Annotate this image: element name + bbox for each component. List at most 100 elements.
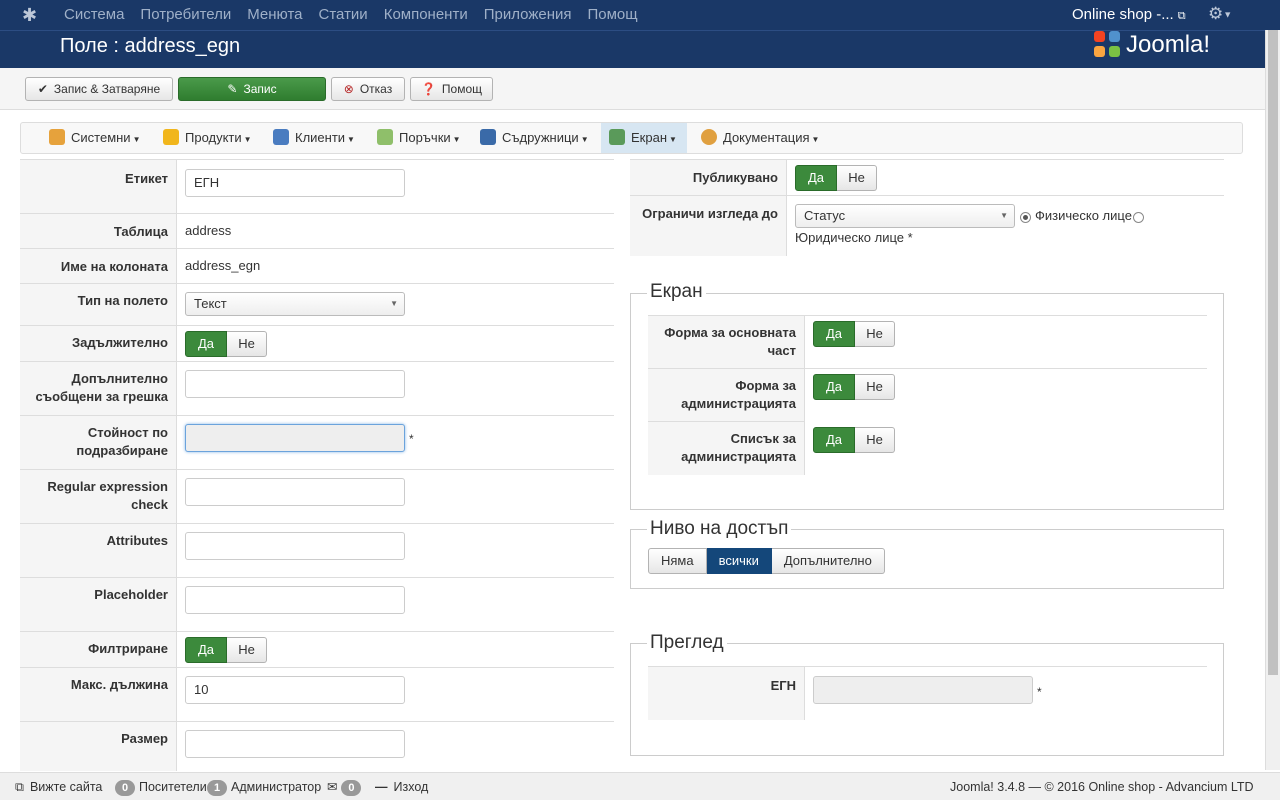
cancel-button[interactable]: ⊗ Отказ: [331, 77, 405, 101]
menu-content[interactable]: Статии: [319, 0, 368, 30]
admins-badge: 1: [207, 780, 227, 796]
regex-input[interactable]: [185, 478, 405, 506]
filter-yes-button[interactable]: Да: [185, 637, 227, 663]
radio-legal-label: Юридическо лице *: [795, 230, 913, 245]
logout-link[interactable]: — Изход: [375, 779, 428, 795]
menu-help[interactable]: Помощ: [588, 0, 638, 30]
page-header: Поле : address_egn Joomla!: [0, 30, 1265, 68]
cancel-label: Отказ: [359, 82, 393, 96]
cmenu-products[interactable]: Продукти ▼: [163, 123, 252, 153]
regex-label: Regular expression check: [20, 470, 177, 523]
cmenu-docs-label: Документация: [723, 130, 810, 145]
admin-form-no-button[interactable]: Не: [855, 374, 895, 400]
access-legend: Ниво на достъп: [647, 518, 792, 540]
default-input[interactable]: [185, 424, 405, 452]
radio-legal[interactable]: [1133, 212, 1144, 223]
site-link-label: Online shop -...: [1072, 6, 1174, 23]
filter-label: Филтриране: [20, 632, 177, 667]
menu-extensions[interactable]: Приложения: [484, 0, 572, 30]
row-required: Задължително Да Не: [20, 325, 614, 361]
top-navbar: ✱ Система Потребители Менюта Статии Комп…: [0, 0, 1280, 30]
cmenu-products-label: Продукти: [185, 130, 242, 145]
view-site-label: Вижте сайта: [29, 780, 103, 794]
settings-gear-icon[interactable]: ⚙▼: [1208, 4, 1232, 24]
question-icon: ❓: [420, 82, 436, 96]
cmenu-docs[interactable]: Документация ▼: [701, 123, 819, 153]
size-input[interactable]: [185, 730, 405, 758]
page-title: Поле : address_egn: [60, 35, 241, 57]
row-placeholder: Placeholder: [20, 577, 614, 631]
products-icon: [163, 129, 179, 145]
check-icon: ✔: [37, 82, 48, 96]
access-all-button[interactable]: всички: [706, 548, 772, 574]
errmsg-input[interactable]: [185, 370, 405, 398]
filter-toggle: Да Не: [185, 637, 267, 663]
access-none-button[interactable]: Няма: [648, 548, 707, 574]
maxlen-input[interactable]: 10: [185, 676, 405, 704]
admin-list-yes-button[interactable]: Да: [813, 427, 855, 453]
access-button-group: Няма всички Допълнително: [648, 548, 885, 574]
placeholder-input[interactable]: [185, 586, 405, 614]
help-button[interactable]: ❓ Помощ: [410, 77, 493, 101]
save-button[interactable]: ✎ Запис: [178, 77, 326, 101]
filter-no-button[interactable]: Не: [227, 637, 267, 663]
preview-input[interactable]: [813, 676, 1033, 704]
admins-indicator[interactable]: 1 Администратор: [207, 779, 321, 796]
type-select[interactable]: Текст ▼: [185, 292, 405, 316]
admin-list-toggle: Да Не: [813, 427, 895, 453]
published-yes-button[interactable]: Да: [795, 165, 837, 191]
row-label: Етикет ЕГН: [20, 159, 614, 213]
admin-form-toggle: Да Не: [813, 374, 895, 400]
external-link-icon: ⧉: [1177, 10, 1186, 22]
required-no-button[interactable]: Не: [227, 331, 267, 357]
row-column: Име на колоната address_egn: [20, 248, 614, 283]
admin-list-no-button[interactable]: Не: [855, 427, 895, 453]
menu-users[interactable]: Потребители: [140, 0, 231, 30]
joomla-logo: Joomla!: [1094, 31, 1210, 59]
docs-icon: [701, 129, 717, 145]
visitors-indicator[interactable]: 0 Поситетели: [115, 779, 207, 796]
row-default: Стойност по подразбиране *: [20, 415, 614, 469]
restrict-select[interactable]: Статус ▼: [795, 204, 1015, 228]
messages-indicator[interactable]: ✉ 0: [327, 779, 365, 796]
radio-physical-label: Физическо лице: [1035, 208, 1132, 223]
scrollbar-thumb[interactable]: [1268, 30, 1278, 675]
front-toggle: Да Не: [813, 321, 895, 347]
cmenu-customers[interactable]: Клиенти ▼: [273, 123, 355, 153]
published-label: Публикувано: [630, 160, 787, 195]
view-site-link[interactable]: ⧉ Вижте сайта: [15, 779, 102, 795]
admin-form-label: Форма за администрацията: [648, 369, 805, 421]
cmenu-orders-label: Поръчки: [399, 130, 451, 145]
table-label: Таблица: [20, 214, 177, 248]
front-yes-button[interactable]: Да: [813, 321, 855, 347]
cmenu-partners[interactable]: Съдружници ▼: [480, 123, 589, 153]
published-no-button[interactable]: Не: [837, 165, 877, 191]
preview-required-star: *: [1037, 685, 1042, 699]
front-no-button[interactable]: Не: [855, 321, 895, 347]
admin-form-yes-button[interactable]: Да: [813, 374, 855, 400]
site-link[interactable]: Online shop -... ⧉: [1072, 0, 1186, 31]
menu-menus[interactable]: Менюта: [247, 0, 302, 30]
label-input[interactable]: ЕГН: [185, 169, 405, 197]
attributes-input[interactable]: [185, 532, 405, 560]
menu-components[interactable]: Компоненти: [384, 0, 468, 30]
radio-physical[interactable]: [1020, 212, 1031, 223]
cmenu-orders[interactable]: Поръчки ▼: [377, 123, 461, 153]
joomla-icon[interactable]: ✱: [22, 5, 42, 25]
type-select-value: Текст: [194, 296, 227, 311]
access-extra-button[interactable]: Допълнително: [771, 548, 885, 574]
messages-badge: 0: [341, 780, 362, 796]
menu-system[interactable]: Система: [64, 0, 124, 30]
required-yes-button[interactable]: Да: [185, 331, 227, 357]
row-admin-list: Списък за администрацията Да Не: [648, 421, 895, 475]
customers-icon: [273, 129, 289, 145]
save-close-button[interactable]: ✔ Запис & Затваряне: [25, 77, 173, 101]
cmenu-partners-label: Съдружници: [502, 130, 579, 145]
attributes-label: Attributes: [20, 524, 177, 577]
scrollbar[interactable]: [1265, 30, 1280, 770]
cmenu-system[interactable]: Системни ▼: [49, 123, 141, 153]
row-filter: Филтриране Да Не: [20, 631, 614, 667]
cmenu-display[interactable]: Екран ▼: [601, 123, 687, 153]
label-label: Етикет: [20, 160, 177, 213]
chevron-down-icon: ▼: [1000, 211, 1008, 220]
